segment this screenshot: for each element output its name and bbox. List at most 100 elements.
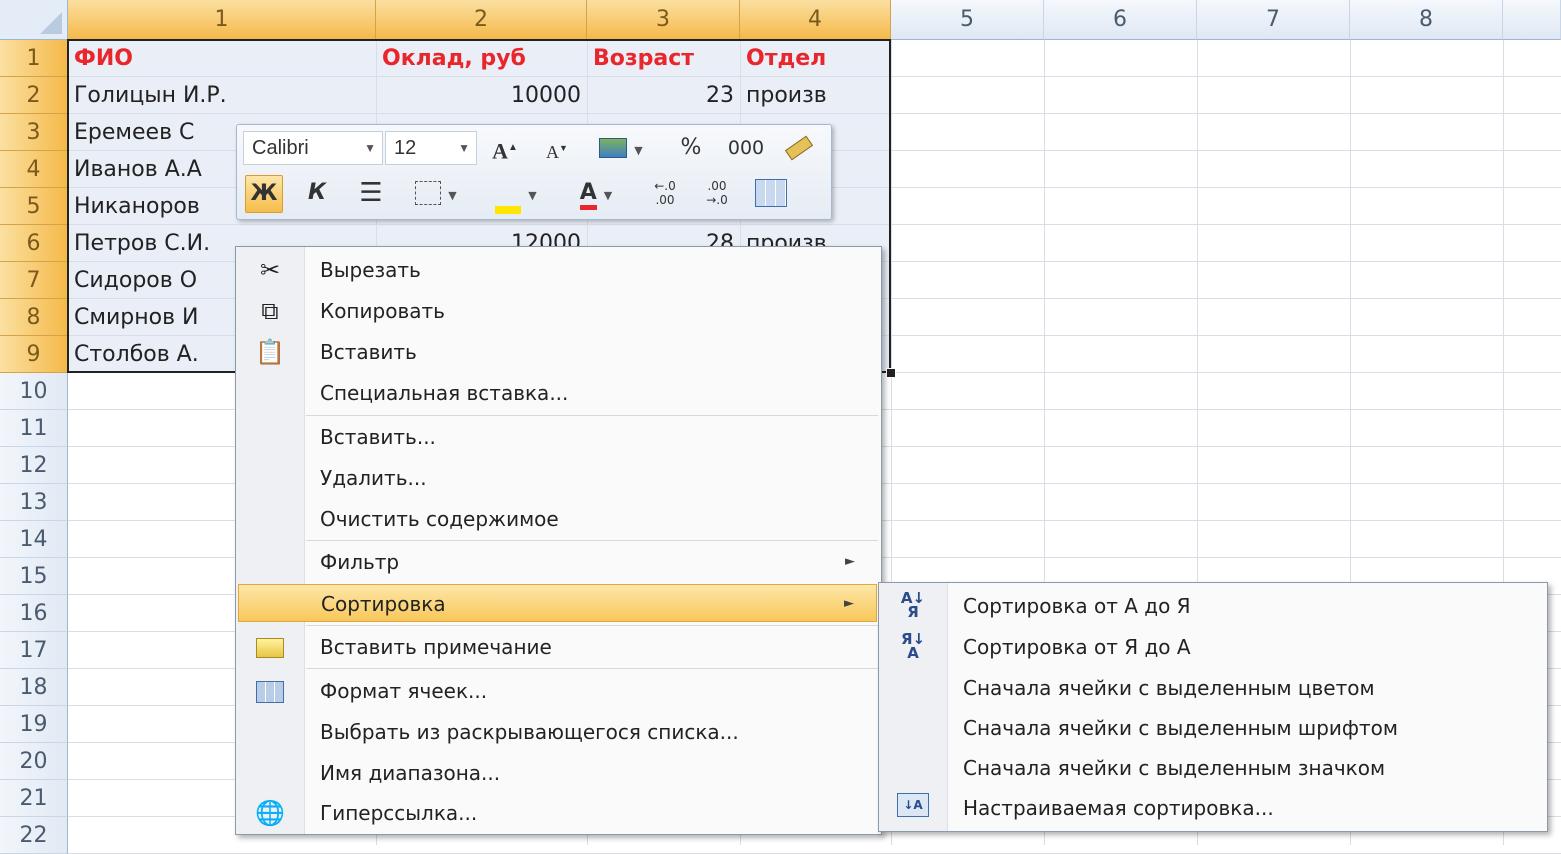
copy-icon: ⧉ [261,297,279,325]
menu-separator [306,668,878,669]
row-header-2[interactable]: 2 [0,77,68,114]
column-header-5[interactable]: 5 [891,0,1044,40]
menu-item-filter[interactable]: Фильтр ► [238,543,877,581]
menu-item-label: Сортировка [321,592,446,616]
increase-decimal-button[interactable]: ←.0.00 [647,175,683,211]
fill-handle[interactable] [886,368,896,378]
row-header-5[interactable]: 5 [0,188,68,225]
menu-item-cut[interactable]: ✂ Вырезать [238,251,877,289]
menu-item-hyperlink[interactable]: 🌐 Гиперссылка... [238,794,877,832]
column-header-4[interactable]: 4 [740,0,891,40]
submenu-arrow-icon: ► [845,554,855,569]
menu-item-paste[interactable]: 📋 Вставить [238,333,877,371]
sort-a-to-z[interactable]: А↓ Я Сортировка от А до Я [881,587,1541,625]
row-header-3[interactable]: 3 [0,114,68,151]
sort-z-to-a[interactable]: Я↓ А Сортировка от Я до А [881,628,1541,666]
format-painter-button[interactable] [781,130,817,166]
row-header-20[interactable]: 20 [0,743,68,780]
menu-item-pick-from-list[interactable]: Выбрать из раскрывающегося списка... [238,713,877,751]
menu-item-label: Имя диапазона... [320,761,501,785]
submenu-item-label: Сначала ячейки с выделенным значком [963,756,1386,780]
hyperlink-icon: 🌐 [255,799,285,827]
select-all-triangle-icon [40,12,62,34]
row-header-4[interactable]: 4 [0,151,68,188]
column-header-1[interactable]: 1 [68,0,376,40]
select-all-corner[interactable] [0,0,68,40]
grow-font-button[interactable]: A▲ [487,130,523,166]
fill-color-button[interactable]: ▼ [483,175,549,214]
row-header-19[interactable]: 19 [0,706,68,743]
row-header-14[interactable]: 14 [0,521,68,558]
row-header-17[interactable]: 17 [0,632,68,669]
row-header-12[interactable]: 12 [0,447,68,484]
brush-icon [784,135,814,161]
bold-button[interactable]: Ж [245,175,283,213]
font-color-button[interactable]: A ▼ [563,175,629,211]
menu-item-label: Очистить содержимое [320,507,559,531]
sort-za-icon: Я↓ А [900,630,926,662]
column-header-8[interactable]: 8 [1350,0,1503,40]
shrink-font-button[interactable]: A▼ [539,130,575,166]
menu-item-sort[interactable]: Сортировка ► [238,584,877,622]
column-header-2[interactable]: 2 [376,0,587,40]
menu-item-format-cells[interactable]: Формат ячеек... [238,672,877,710]
menu-item-insert-comment[interactable]: Вставить примечание [238,628,877,666]
menu-item-label: Вставить [320,340,417,364]
menu-item-clear-contents[interactable]: Очистить содержимое [238,500,877,538]
row-header-16[interactable]: 16 [0,595,68,632]
row-header-15[interactable]: 15 [0,558,68,595]
menu-item-copy[interactable]: ⧉ Копировать [238,292,877,330]
accounting-format-button[interactable]: ▼ [591,130,651,166]
menu-item-label: Вырезать [320,258,421,282]
menu-item-label: Формат ячеек... [320,679,488,703]
center-align-button[interactable]: ☰ [353,175,389,211]
menu-item-name-range[interactable]: Имя диапазона... [238,754,877,792]
chevron-down-icon: ▼ [448,189,457,202]
percent-button[interactable]: % [673,130,709,166]
font-size-combo[interactable]: 12 ▼ [385,131,477,165]
borders-button[interactable]: ▼ [403,175,469,211]
menu-item-paste-special[interactable]: Специальная вставка... [238,374,877,412]
font-color-icon: A [579,180,597,210]
font-name-value: Calibri [252,137,309,159]
submenu-item-label: Сначала ячейки с выделенным шрифтом [963,716,1398,740]
column-header-6[interactable]: 6 [1044,0,1197,40]
row-header-7[interactable]: 7 [0,262,68,299]
sort-cell-color-first[interactable]: Сначала ячейки с выделенным цветом [881,669,1541,707]
custom-sort[interactable]: ↓A Настраиваемая сортировка... [881,789,1541,827]
menu-item-label: Выбрать из раскрывающегося списка... [320,720,739,744]
row-header-13[interactable]: 13 [0,484,68,521]
decrease-decimal-icon: .00 →.0 [706,179,728,207]
menu-separator [306,625,878,626]
row-header-1[interactable]: 1 [0,40,68,77]
column-header-3[interactable]: 3 [587,0,740,40]
menu-item-label: Вставить... [320,425,436,449]
menu-item-label: Вставить примечание [320,635,552,659]
merge-cells-icon [755,179,787,207]
row-header-10[interactable]: 10 [0,373,68,410]
italic-button[interactable]: К [299,175,335,211]
sort-icon-first[interactable]: Сначала ячейки с выделенным значком [881,749,1541,787]
row-header-21[interactable]: 21 [0,780,68,817]
comment-icon [254,632,286,662]
column-header-9[interactable] [1503,0,1561,40]
increase-decimal-icon: ←.0.00 [654,179,676,207]
menu-item-label: Специальная вставка... [320,381,569,405]
row-header-18[interactable]: 18 [0,669,68,706]
merge-center-button[interactable] [753,175,789,211]
row-header-6[interactable]: 6 [0,225,68,262]
column-header-7[interactable]: 7 [1197,0,1350,40]
row-header-11[interactable]: 11 [0,410,68,447]
sort-font-color-first[interactable]: Сначала ячейки с выделенным шрифтом [881,709,1541,747]
row-header-22[interactable]: 22 [0,817,68,854]
row-header-8[interactable]: 8 [0,299,68,336]
decrease-decimal-button[interactable]: .00 →.0 [699,175,735,211]
row-header-9[interactable]: 9 [0,336,68,373]
align-center-icon: ☰ [359,178,383,208]
menu-item-insert[interactable]: Вставить... [238,418,877,456]
menu-separator [306,415,878,416]
menu-item-delete[interactable]: Удалить... [238,459,877,497]
thousands-separator-button[interactable]: 000 [721,130,771,166]
font-name-combo[interactable]: Calibri ▼ [243,131,383,165]
paste-icon: 📋 [255,338,285,366]
